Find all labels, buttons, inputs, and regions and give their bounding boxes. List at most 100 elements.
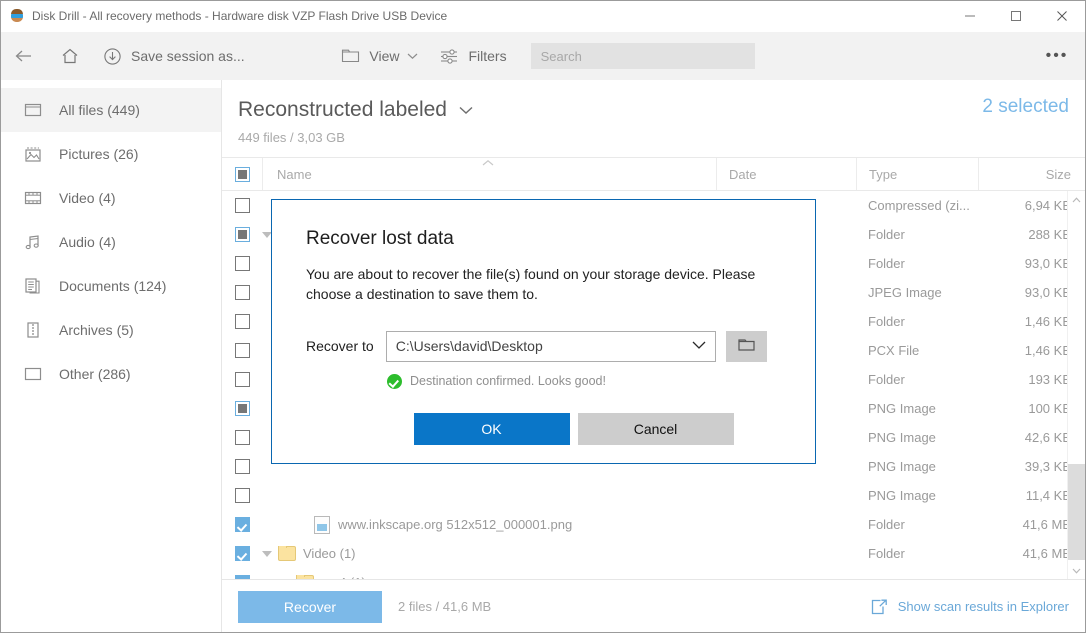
all-files-icon <box>23 100 43 120</box>
select-all-checkbox-cell[interactable] <box>222 166 262 182</box>
recover-dialog-content: Recover lost data You are about to recov… <box>272 200 815 445</box>
show-in-explorer-link[interactable]: Show scan results in Explorer <box>871 599 1069 615</box>
expand-collapse-triangle-icon[interactable] <box>262 550 272 557</box>
row-checkbox[interactable] <box>234 517 250 532</box>
video-icon <box>23 188 43 208</box>
chevron-down-icon[interactable] <box>691 340 707 353</box>
sidebar-item-pictures[interactable]: Pictures (26) <box>1 132 221 176</box>
row-checkbox[interactable] <box>234 285 250 300</box>
sidebar-item-label: Archives (5) <box>59 322 134 338</box>
sidebar-item-label: Other (286) <box>59 366 131 382</box>
row-checkbox[interactable] <box>234 343 250 358</box>
search-placeholder: Search <box>540 48 582 64</box>
sidebar-item-audio[interactable]: Audio (4) <box>1 220 221 264</box>
cell-name: mp4 (1) <box>262 568 716 579</box>
sidebar-item-label: Documents (124) <box>59 278 167 294</box>
destination-path-combobox[interactable]: C:\Users\david\Desktop <box>385 330 716 362</box>
table-header: Name Date Type Size <box>222 157 1085 191</box>
row-checkbox[interactable] <box>234 256 250 271</box>
ok-button[interactable]: OK <box>413 412 570 445</box>
more-options-button[interactable]: ••• <box>1037 40 1077 72</box>
cancel-button[interactable]: Cancel <box>577 412 734 445</box>
row-checkbox-cell[interactable] <box>222 401 262 416</box>
title-bar: Disk Drill - All recovery methods - Hard… <box>1 1 1085 32</box>
close-button[interactable] <box>1039 1 1085 31</box>
sidebar-item-all-files[interactable]: All files (449) <box>1 88 221 132</box>
row-checkbox[interactable] <box>234 372 250 387</box>
scrollbar-thumb[interactable] <box>1068 464 1085 560</box>
page-title[interactable]: Reconstructed labeled <box>238 98 1069 122</box>
filters-button[interactable]: Filters <box>429 36 516 76</box>
cell-type: PNG Image <box>868 459 936 474</box>
audio-icon <box>23 232 43 252</box>
destination-path-value: C:\Users\david\Desktop <box>395 338 543 355</box>
main-header: Reconstructed labeled 449 files / 3,03 G… <box>222 80 1085 145</box>
archives-icon <box>23 320 43 340</box>
bottom-bar: Recover 2 files / 41,6 MB Show scan resu… <box>222 579 1085 632</box>
recover-to-label: Recover to <box>306 338 374 355</box>
row-checkbox-cell[interactable] <box>222 256 262 271</box>
recover-dialog: Recover lost data You are about to recov… <box>271 199 816 464</box>
sidebar-item-label: Video (4) <box>59 190 116 206</box>
table-row[interactable]: www.inkscape.org 512x512_000001.png Folde… <box>222 510 1085 539</box>
toolbar: Save session as... View Filters Search •… <box>1 32 1085 80</box>
row-checkbox-cell[interactable] <box>222 372 262 387</box>
row-checkbox[interactable] <box>234 198 250 213</box>
row-checkbox-cell[interactable] <box>222 198 262 213</box>
row-checkbox-cell[interactable] <box>222 517 262 532</box>
row-checkbox-cell[interactable] <box>222 227 262 242</box>
row-checkbox-cell[interactable] <box>222 546 262 561</box>
row-checkbox[interactable] <box>234 314 250 329</box>
window-controls <box>947 1 1085 31</box>
table-row[interactable]: PNG Image 11,4 KB <box>222 481 1085 510</box>
folder-open-icon <box>737 337 756 356</box>
row-checkbox-cell[interactable] <box>222 430 262 445</box>
success-check-icon <box>387 373 402 389</box>
folder-icon <box>342 49 360 63</box>
page-title-text: Reconstructed labeled <box>238 98 447 121</box>
open-external-icon <box>871 599 888 615</box>
column-header-type[interactable]: Type <box>856 158 978 190</box>
cell-date <box>716 568 856 579</box>
maximize-button[interactable] <box>993 1 1039 31</box>
cell-name: www.inkscape.org 512x512_000001.png <box>262 510 716 539</box>
row-checkbox[interactable] <box>234 401 250 416</box>
recover-button[interactable]: Recover <box>238 590 382 623</box>
sidebar-item-video[interactable]: Video (4) <box>1 176 221 220</box>
sidebar-item-documents[interactable]: Documents (124) <box>1 264 221 308</box>
vertical-scrollbar[interactable] <box>1067 191 1085 579</box>
chevron-down-icon <box>408 53 418 60</box>
browse-folder-button[interactable] <box>725 330 767 362</box>
other-icon <box>23 364 43 384</box>
row-checkbox[interactable] <box>234 227 250 242</box>
scroll-up-button[interactable] <box>1068 191 1085 208</box>
column-header-date[interactable]: Date <box>716 158 856 190</box>
row-checkbox[interactable] <box>234 430 250 445</box>
documents-icon <box>23 276 43 296</box>
table-row[interactable]: mp4 (1) <box>222 568 1085 579</box>
sidebar-item-label: All files (449) <box>59 102 140 118</box>
sidebar-item-archives[interactable]: Archives (5) <box>1 308 221 352</box>
row-checkbox-cell[interactable] <box>222 459 262 474</box>
chevron-down-icon[interactable] <box>457 104 475 116</box>
row-checkbox-cell[interactable] <box>222 343 262 358</box>
row-checkbox-cell[interactable] <box>222 488 262 503</box>
search-input[interactable]: Search <box>530 43 755 69</box>
minimize-button[interactable] <box>947 1 993 31</box>
row-checkbox[interactable] <box>234 546 250 561</box>
column-header-size[interactable]: Size <box>978 158 1085 190</box>
cell-type: JPEG Image <box>868 285 942 300</box>
dialog-actions: OK Cancel <box>306 412 781 445</box>
sidebar-item-other[interactable]: Other (286) <box>1 352 221 396</box>
disk-drill-window: Disk Drill - All recovery methods - Hard… <box>0 0 1086 633</box>
row-checkbox-cell[interactable] <box>222 285 262 300</box>
scroll-down-button[interactable] <box>1068 562 1085 579</box>
cell-type: Folder <box>868 517 905 532</box>
row-checkbox-cell[interactable] <box>222 314 262 329</box>
show-in-explorer-label: Show scan results in Explorer <box>897 599 1069 614</box>
row-checkbox[interactable] <box>234 459 250 474</box>
row-checkbox[interactable] <box>234 488 250 503</box>
view-button[interactable]: View <box>331 36 429 76</box>
table-row[interactable]: Video (1) Folder 41,6 MB <box>222 539 1085 568</box>
select-all-checkbox[interactable] <box>234 166 250 182</box>
